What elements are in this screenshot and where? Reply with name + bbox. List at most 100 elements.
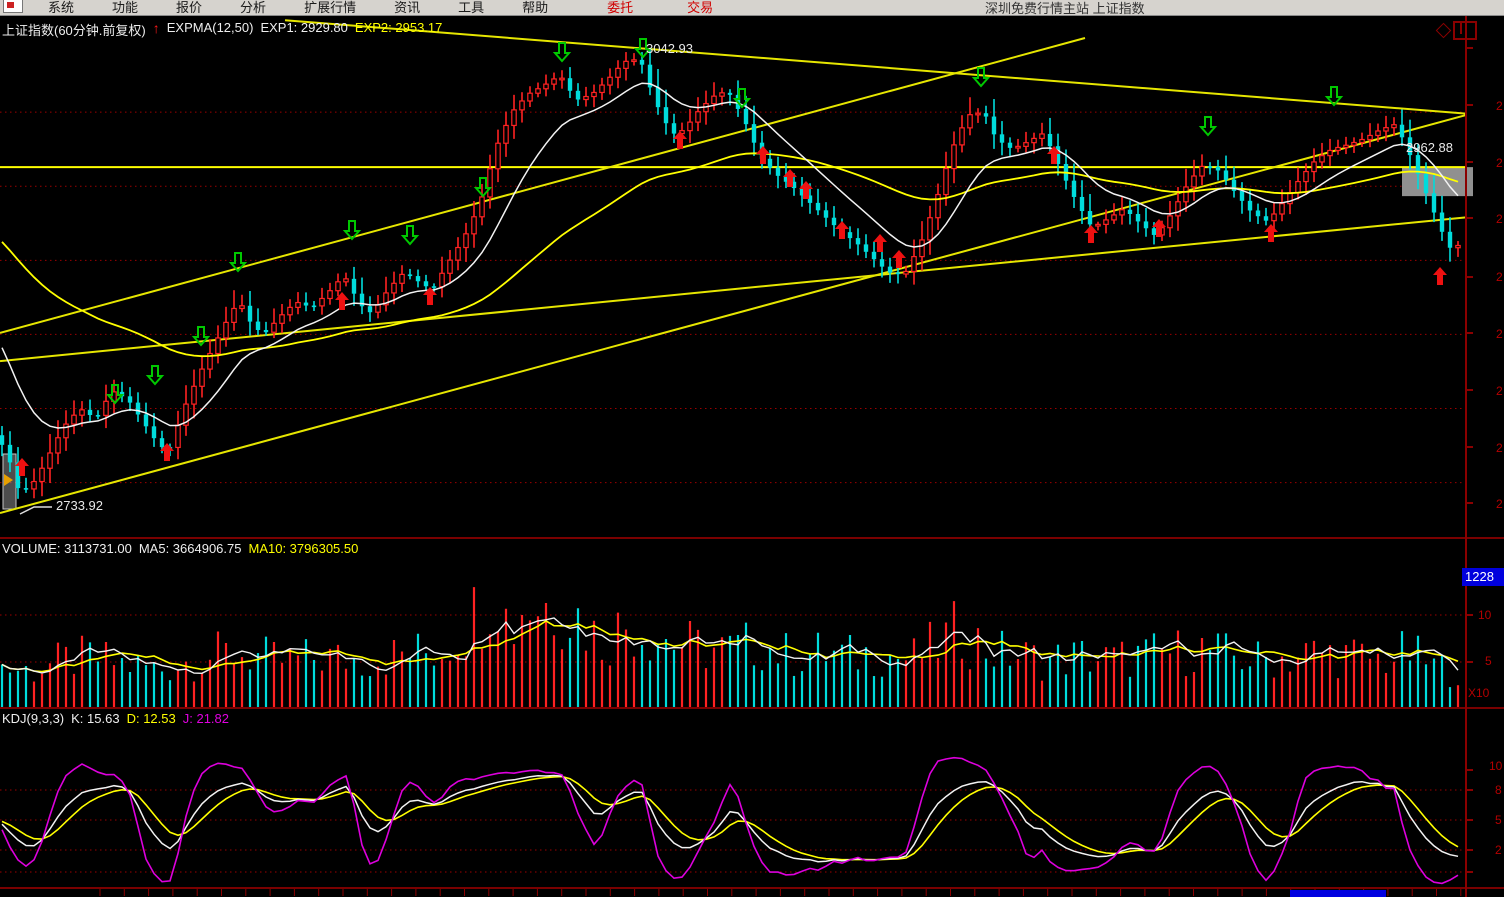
kdj-axis-20: 2 [1495, 843, 1502, 857]
candle-body-up [584, 97, 588, 100]
candle-body-up [1352, 142, 1356, 145]
candle-body-down [664, 107, 668, 123]
candle-body-up [1368, 135, 1372, 139]
candle-body-down [424, 281, 428, 286]
candle-body-down [128, 396, 132, 402]
candle-body-up [320, 298, 324, 305]
volume-axis-5: 5 [1485, 654, 1492, 668]
candle-body-up [192, 386, 196, 404]
candle-body-up [936, 195, 940, 218]
candle-body-down [304, 303, 308, 306]
candle-body-up [720, 93, 724, 96]
hline-price-label: 2962.88 [1406, 140, 1453, 155]
candle-body-up [296, 303, 300, 308]
candle-body-up [920, 240, 924, 257]
candle-body-down [752, 124, 756, 143]
stock-title[interactable]: 上证指数(60分钟.前复权) [2, 20, 146, 39]
candle-body-down [1264, 216, 1268, 220]
chart-canvas[interactable] [0, 0, 1504, 897]
candle-body-up [560, 78, 564, 80]
volume-value[interactable]: VOLUME: 3113731.00 [2, 541, 132, 556]
candle-body-up [552, 79, 556, 84]
candle-body-up [1032, 138, 1036, 142]
clipped-price-label: 2 [1496, 99, 1503, 113]
candle-body-down [416, 276, 420, 281]
candle-body-up [712, 96, 716, 103]
candle-body-down [728, 93, 732, 95]
candle-body-down [1072, 181, 1076, 197]
candle-body-down [880, 259, 884, 266]
candle-body-down [776, 168, 780, 176]
candle-body-up [1376, 131, 1380, 135]
candle-body-down [576, 91, 580, 100]
candle-body-down [888, 267, 892, 273]
candle-body-down [248, 306, 252, 322]
candle-body-up [1184, 187, 1188, 202]
candle-body-up [632, 60, 636, 62]
expma-up-arrow-icon: ↑ [153, 20, 160, 39]
candle-body-up [72, 415, 76, 424]
volume-panel-header: VOLUME: 3113731.00 MA5: 3664906.75 MA10:… [2, 541, 358, 556]
candle-body-up [1296, 182, 1300, 193]
candle-body-up [1312, 162, 1316, 172]
candle-body-up [1328, 150, 1332, 155]
candle-body-down [1000, 134, 1004, 142]
clipped-price-label: 2 [1496, 497, 1503, 511]
clipped-price-label: 2 [1496, 212, 1503, 226]
candle-body-down [1128, 210, 1132, 214]
candle-body-down [1400, 125, 1404, 138]
candle-body-up [1096, 224, 1100, 226]
kdj-axis-50: 5 [1495, 813, 1502, 827]
candle-body-up [1280, 204, 1284, 214]
candle-body-up [40, 468, 44, 481]
candle-body-down [640, 60, 644, 65]
candle-body-down [1216, 167, 1220, 171]
candle-body-down [88, 410, 92, 415]
candle-body-down [1224, 170, 1228, 179]
candle-body-up [216, 338, 220, 354]
main-chart-header: 上证指数(60分钟.前复权) ↑ EXPMA(12,50) EXP1: 2929… [2, 20, 442, 39]
candle-body-up [496, 143, 500, 169]
candle-body-down [1432, 193, 1436, 212]
candle-body-down [1136, 214, 1140, 221]
candle-body-up [600, 85, 604, 92]
candle-body-up [64, 424, 68, 438]
candle-body-up [1384, 128, 1388, 131]
candle-body-up [288, 307, 292, 314]
candle-body-down [144, 414, 148, 426]
candle-body-up [504, 125, 508, 143]
candle-body-down [1440, 213, 1444, 232]
candle-body-down [1240, 191, 1244, 201]
candle-body-down [832, 218, 836, 225]
candle-body-down [368, 306, 372, 312]
clipped-price-label: 2 [1496, 441, 1503, 455]
candle-body-up [328, 291, 332, 299]
kdj-indicator-name[interactable]: KDJ(9,3,3) [2, 711, 64, 726]
volume-highlight-badge: 1228 [1462, 568, 1504, 586]
exp2-value: EXP2: 2953.17 [355, 20, 442, 39]
indicator-name[interactable]: EXPMA(12,50) [167, 20, 254, 39]
split-window-icon[interactable] [1453, 21, 1477, 40]
diamond-icon[interactable] [1436, 23, 1452, 39]
candle-body-up [544, 84, 548, 89]
candle-body-down [1448, 232, 1452, 248]
candle-body-up [512, 110, 516, 126]
candle-body-down [992, 117, 996, 135]
candle-body-up [1024, 143, 1028, 147]
candle-body-up [56, 438, 60, 453]
candle-body-up [456, 248, 460, 261]
candle-body-up [240, 306, 244, 309]
candle-body-down [1088, 211, 1092, 224]
candle-body-up [904, 271, 908, 274]
candle-body-up [968, 115, 972, 128]
candle-body-down [24, 488, 28, 490]
candle-body-up [488, 169, 492, 197]
candle-body-up [952, 145, 956, 169]
candle-body-up [928, 218, 932, 240]
candle-body-up [48, 453, 52, 468]
candle-body-down [896, 273, 900, 275]
candle-body-up [440, 273, 444, 286]
candle-body-down [256, 322, 260, 330]
candle-body-up [912, 257, 916, 272]
kdj-axis-100: 10 [1489, 759, 1502, 773]
